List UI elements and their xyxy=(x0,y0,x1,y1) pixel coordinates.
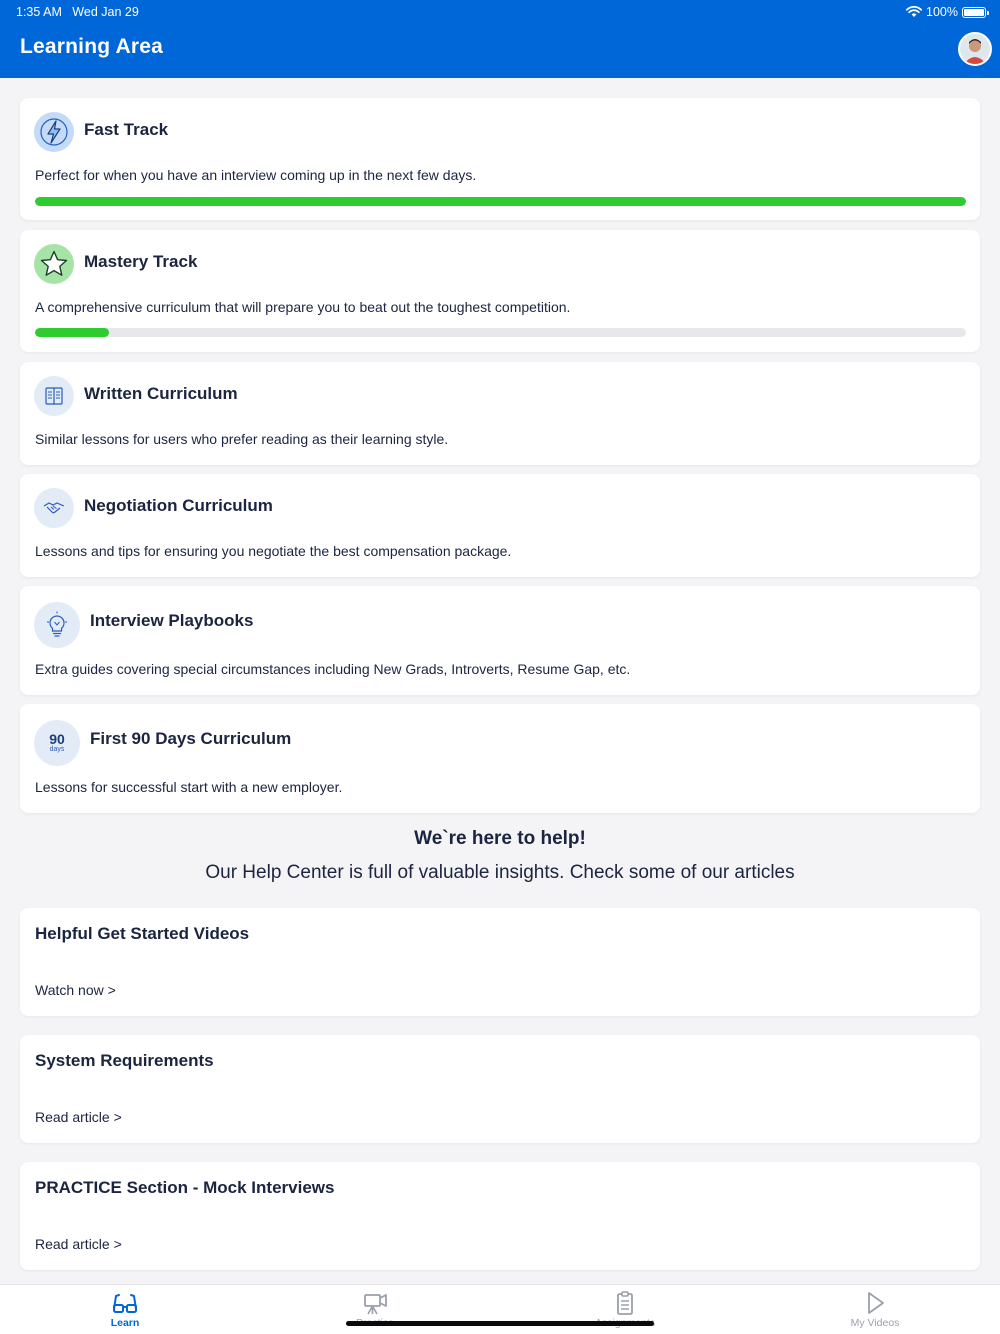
track-title: First 90 Days Curriculum xyxy=(90,729,292,748)
article-title: System Requirements xyxy=(35,1051,214,1070)
tab-assignments[interactable]: Assignments xyxy=(500,1285,750,1334)
track-card-negotiation-curriculum[interactable]: Negotiation Curriculum Lessons and tips … xyxy=(20,474,980,577)
tab-bar: Learn Practice Assignments My Videos xyxy=(0,1284,1000,1334)
read-article-link[interactable]: Read article > xyxy=(35,1109,122,1125)
article-card-get-started-videos[interactable]: Helpful Get Started Videos Watch now > xyxy=(20,908,980,1016)
lightning-icon xyxy=(34,112,74,152)
handshake-icon xyxy=(34,488,74,528)
track-title: Interview Playbooks xyxy=(90,611,254,630)
article-card-system-requirements[interactable]: System Requirements Read article > xyxy=(20,1035,980,1143)
track-title: Fast Track xyxy=(84,120,169,139)
status-indicators: 100% xyxy=(906,5,989,19)
play-icon xyxy=(868,1292,884,1314)
camera-icon xyxy=(364,1294,387,1315)
track-description: Similar lessons for users who prefer rea… xyxy=(35,431,449,447)
tab-practice[interactable]: Practice xyxy=(250,1285,500,1334)
glasses-icon xyxy=(113,1294,137,1313)
track-description: Extra guides covering special circumstan… xyxy=(35,661,631,677)
track-title: Written Curriculum xyxy=(84,384,238,403)
star-icon xyxy=(34,244,74,284)
tab-my-videos[interactable]: My Videos xyxy=(750,1285,1000,1334)
watch-now-link[interactable]: Watch now > xyxy=(35,982,116,998)
track-card-mastery-track[interactable]: Mastery Track A comprehensive curriculum… xyxy=(20,230,980,352)
track-title: Mastery Track xyxy=(84,252,198,271)
article-card-practice-section[interactable]: PRACTICE Section - Mock Interviews Read … xyxy=(20,1162,980,1270)
progress-fill xyxy=(35,197,966,206)
tab-learn[interactable]: Learn xyxy=(0,1285,250,1334)
help-subheading: Our Help Center is full of valuable insi… xyxy=(205,862,795,883)
home-indicator xyxy=(346,1321,654,1326)
lightbulb-icon xyxy=(34,602,80,648)
tab-label: My Videos xyxy=(850,1317,900,1329)
track-description: Lessons for successful start with a new … xyxy=(35,779,343,795)
article-title: Helpful Get Started Videos xyxy=(35,924,250,943)
track-card-interview-playbooks[interactable]: Interview Playbooks Extra guides coverin… xyxy=(20,586,980,695)
battery-percent: 100% xyxy=(926,5,958,19)
wifi-icon xyxy=(906,6,923,17)
tab-label: Learn xyxy=(110,1317,140,1329)
calendar-90-icon: 90 days xyxy=(34,720,80,766)
track-card-written-curriculum[interactable]: Written Curriculum Similar lessons for u… xyxy=(20,362,980,465)
progress-bar xyxy=(35,197,966,206)
app-header: 1:35 AM Wed Jan 29 100% Learning Area xyxy=(0,0,1000,78)
track-card-fast-track[interactable]: Fast Track Perfect for when you have an … xyxy=(20,98,980,220)
progress-fill xyxy=(35,328,110,337)
page-title: Learning Area xyxy=(20,35,164,58)
read-article-link[interactable]: Read article > xyxy=(35,1236,122,1252)
track-description: Lessons and tips for ensuring you negoti… xyxy=(35,543,512,559)
track-card-first-90-days[interactable]: 90 days First 90 Days Curriculum Lessons… xyxy=(20,704,980,813)
track-description: Perfect for when you have an interview c… xyxy=(35,167,477,183)
book-icon xyxy=(34,376,74,416)
clipboard-icon xyxy=(617,1291,633,1315)
avatar[interactable] xyxy=(958,32,992,66)
status-time: 1:35 AM Wed Jan 29 xyxy=(16,5,139,19)
article-title: PRACTICE Section - Mock Interviews xyxy=(35,1178,335,1197)
track-title: Negotiation Curriculum xyxy=(84,496,273,515)
track-description: A comprehensive curriculum that will pre… xyxy=(35,299,571,315)
battery-icon xyxy=(962,6,989,18)
help-heading: We`re here to help! xyxy=(414,828,586,849)
progress-bar xyxy=(35,328,966,337)
